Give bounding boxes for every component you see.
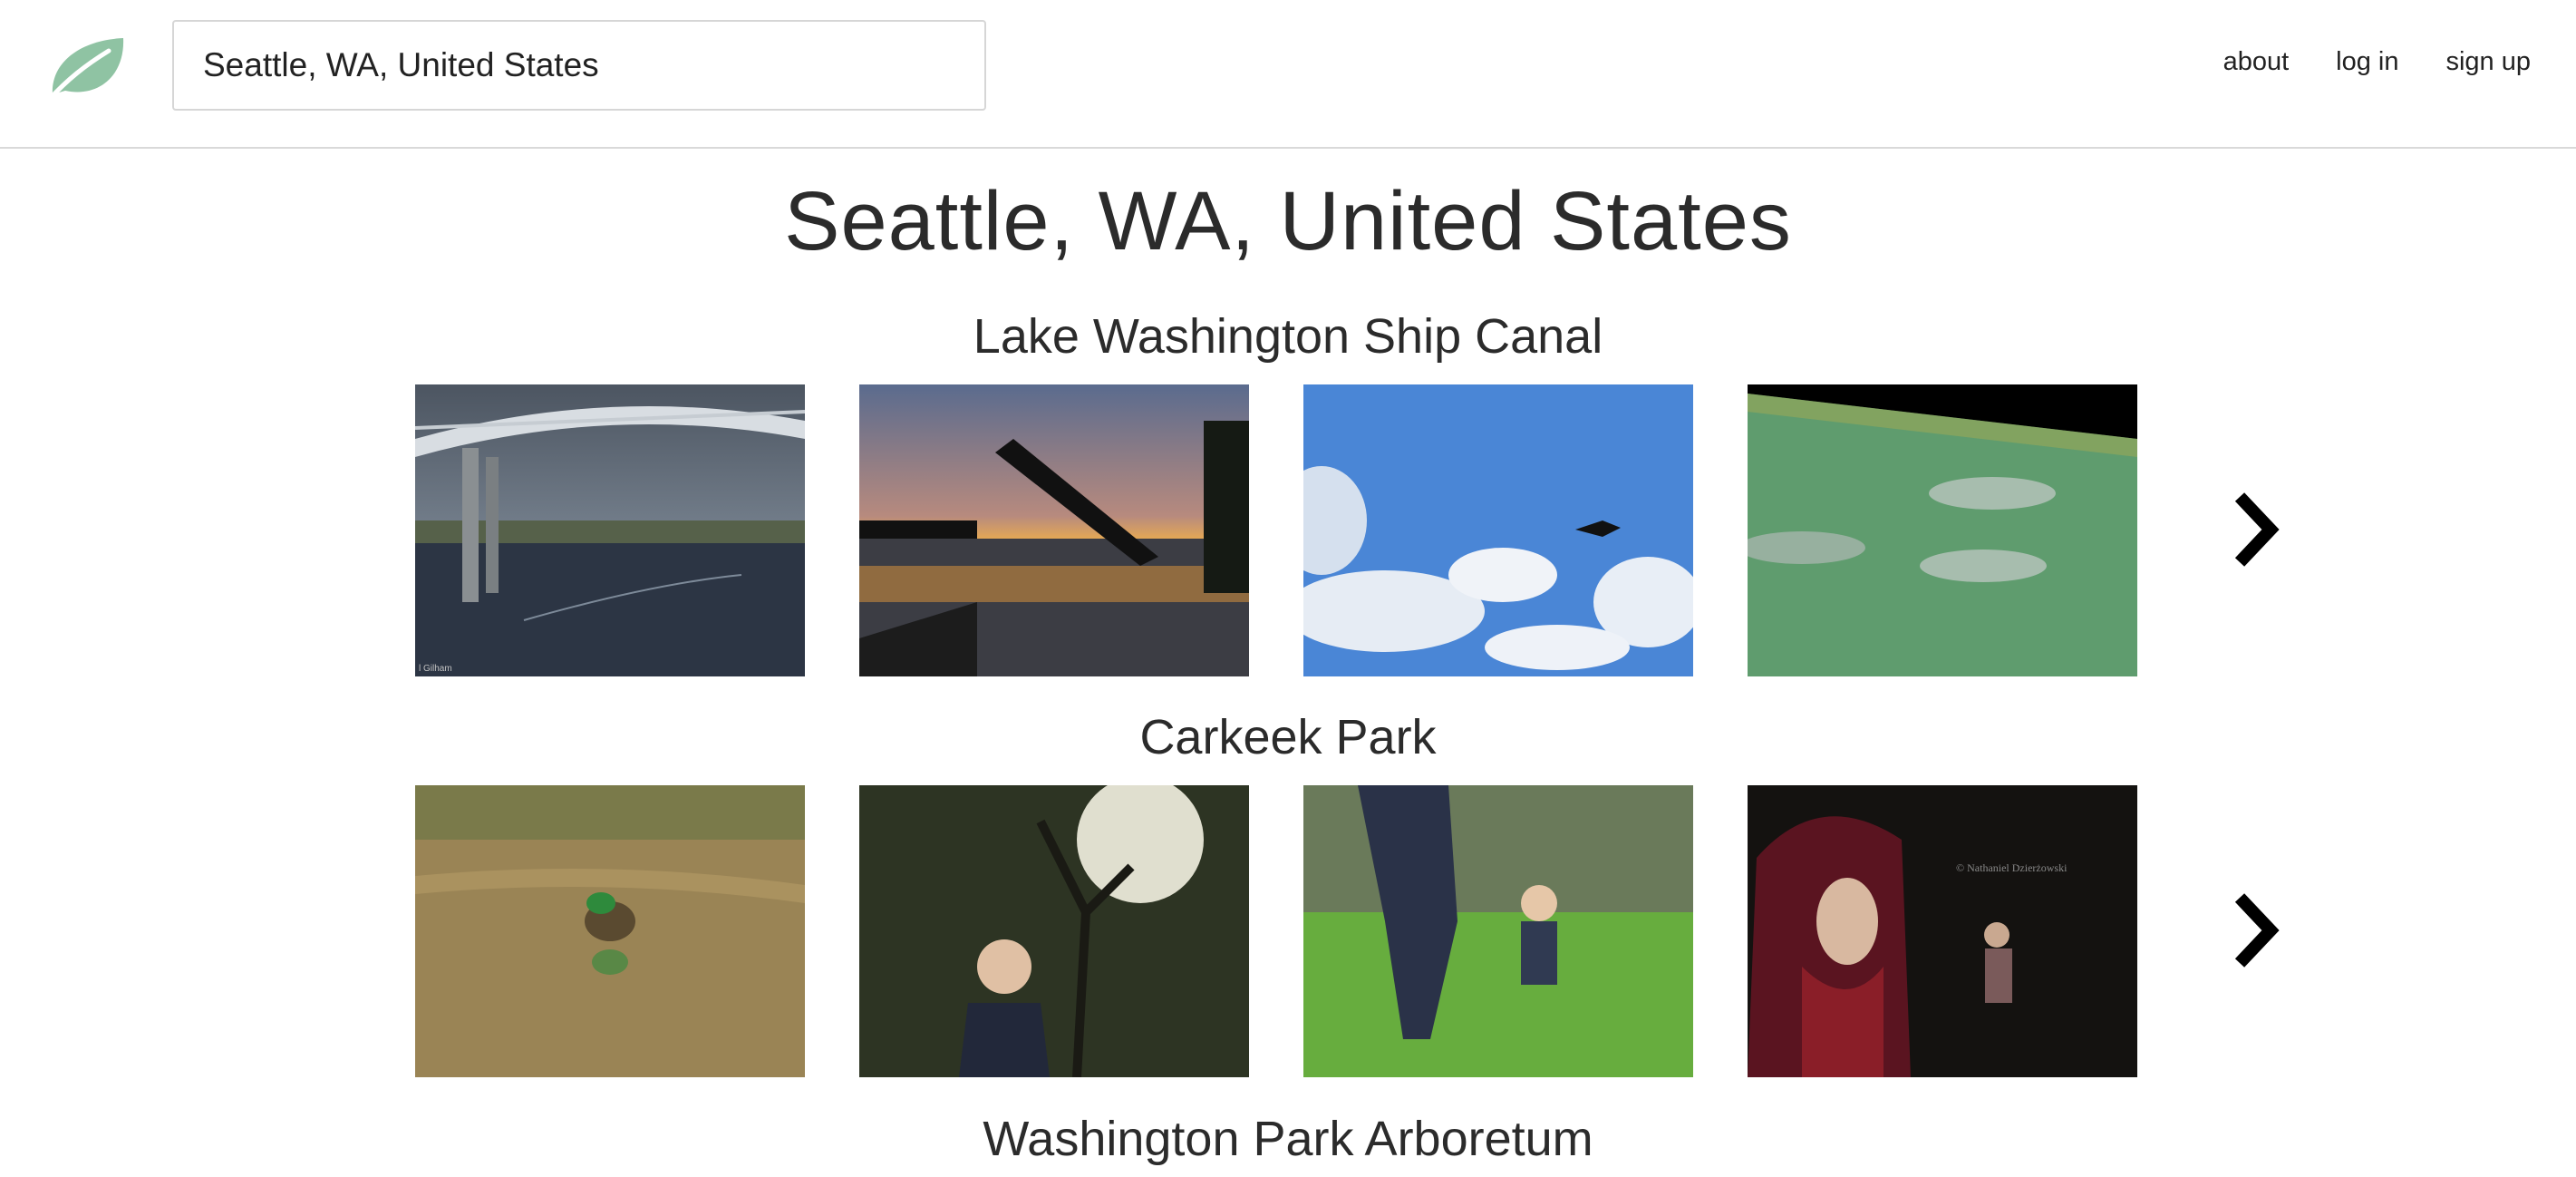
page-title: Seattle, WA, United States (784, 175, 1792, 268)
photo-duck-pond[interactable] (415, 785, 805, 1077)
nav-about-link[interactable]: about (2223, 47, 2290, 77)
photo-family-park[interactable] (1303, 785, 1693, 1077)
photo-red-hood[interactable]: © Nathaniel Dzierżowski (1748, 785, 2137, 1077)
chevron-right-icon[interactable] (2225, 484, 2289, 575)
photo-child-forest[interactable] (859, 785, 1249, 1077)
section-title: Washington Park Arboretum (983, 1112, 1593, 1166)
photo-drawbridge-sunset[interactable] (859, 384, 1249, 676)
photo-watermark: l Gilham (419, 664, 452, 674)
leaf-icon[interactable] (45, 34, 127, 102)
nav-login-link[interactable]: log in (2336, 47, 2398, 77)
section-title: Carkeek Park (1139, 710, 1437, 764)
nav-links: about log in sign up (2223, 47, 2531, 77)
photo-watermark: © Nathaniel Dzierżowski (1956, 861, 2068, 874)
photo-bridge[interactable]: l Gilham (415, 384, 805, 676)
section-title: Lake Washington Ship Canal (973, 309, 1603, 364)
location-search-input[interactable] (172, 20, 986, 111)
chevron-right-icon[interactable] (2225, 885, 2289, 976)
nav-signup-link[interactable]: sign up (2445, 47, 2531, 77)
photo-salmon-underwater[interactable] (1748, 384, 2137, 676)
top-navbar: about log in sign up (0, 0, 2576, 149)
photo-heron-sky[interactable] (1303, 384, 1693, 676)
